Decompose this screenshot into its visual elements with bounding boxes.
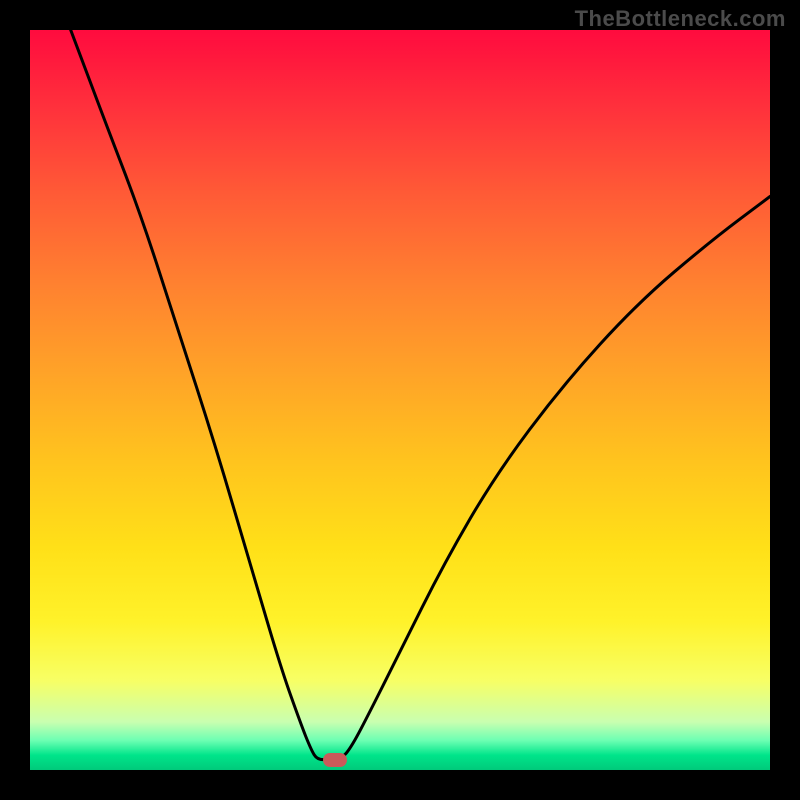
chart-frame: TheBottleneck.com [0, 0, 800, 800]
watermark-text: TheBottleneck.com [575, 6, 786, 32]
bottleneck-curve [30, 30, 770, 770]
optimum-marker [323, 753, 347, 767]
plot-area [30, 30, 770, 770]
curve-path [71, 30, 770, 760]
